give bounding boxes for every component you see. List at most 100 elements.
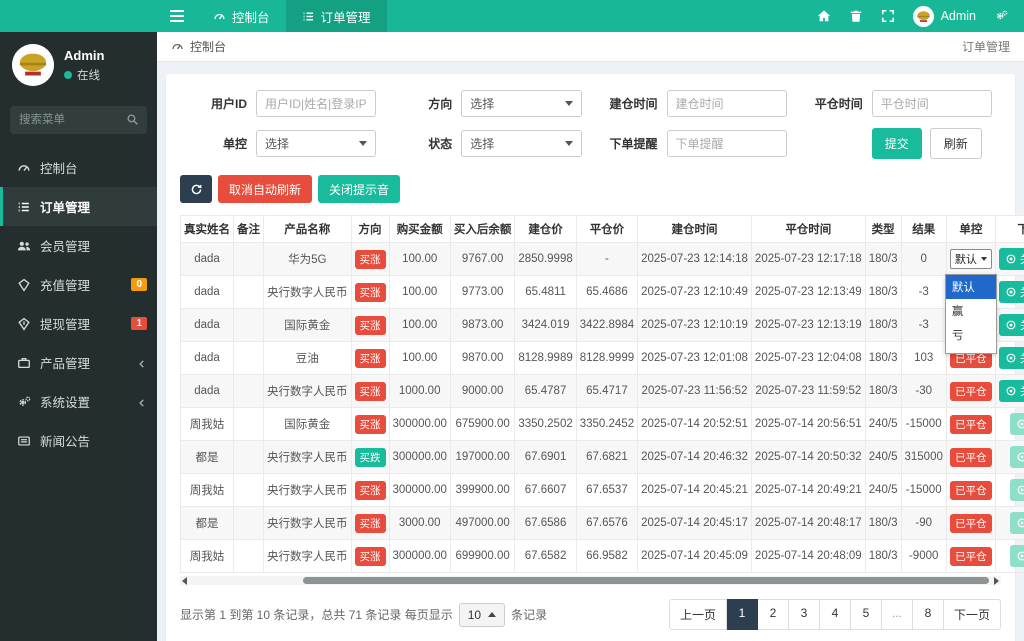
- sidebar-item-4[interactable]: 提现管理1: [0, 304, 157, 343]
- cell-balance: 675900.00: [450, 408, 515, 441]
- sidebar-item-5[interactable]: 产品管理: [0, 343, 157, 382]
- sidebar-item-6[interactable]: 系统设置: [0, 382, 157, 421]
- submit-button[interactable]: 提交: [872, 128, 922, 159]
- cell-remind: 关闭提示音: [995, 309, 1024, 342]
- direction-badge: 买涨: [355, 415, 386, 434]
- dropdown-option[interactable]: 默认: [946, 275, 996, 299]
- caret-down-icon: [359, 141, 367, 146]
- trash-icon[interactable]: [849, 9, 863, 23]
- sidebar-item-1[interactable]: 订单管理: [0, 187, 157, 226]
- dropdown-option[interactable]: 亏: [946, 323, 996, 347]
- filter-select[interactable]: 选择: [256, 130, 376, 157]
- remind-button[interactable]: 关闭提示音: [999, 248, 1024, 270]
- remind-button[interactable]: 关闭提示音: [999, 281, 1024, 303]
- filter-input[interactable]: [872, 90, 992, 117]
- refresh-button[interactable]: 刷新: [930, 128, 982, 159]
- cell-remind: 已关闭: [995, 540, 1024, 573]
- cell-close-price: 65.4717: [576, 375, 637, 408]
- sidebar: Admin 在线 控制台订单管理会员管理充值管理0提现管理1产品管理系统设置新闻…: [0, 32, 157, 641]
- screen: 控制台订单管理 Admin Admin 在线 控制台订单管理会员管理充值管理0提…: [0, 0, 1024, 641]
- control-select[interactable]: 默认: [950, 249, 992, 269]
- caret-down-icon: [981, 257, 987, 261]
- cell-note: [234, 375, 264, 408]
- cell-close-time: 2025-07-14 20:48:17: [751, 507, 865, 540]
- cell-open-time: 2025-07-14 20:46:32: [638, 441, 752, 474]
- sidebar-item-2[interactable]: 会员管理: [0, 226, 157, 265]
- cell-open-time: 2025-07-23 12:10:49: [638, 276, 752, 309]
- cell-open-price: 8128.9989: [515, 342, 576, 375]
- page-ellipsis: ...: [882, 599, 913, 630]
- menu-toggle-button[interactable]: [157, 0, 197, 32]
- page-button-5[interactable]: 5: [851, 599, 882, 630]
- cell-product: 央行数字人民币: [264, 507, 352, 540]
- cell-close-time: 2025-07-14 20:50:32: [751, 441, 865, 474]
- topnav-tab-0[interactable]: 控制台: [197, 0, 286, 32]
- news-icon: [17, 434, 31, 448]
- scroll-left-arrow[interactable]: [182, 577, 187, 585]
- page-button-下一页[interactable]: 下一页: [944, 599, 1001, 630]
- cell-amount: 100.00: [389, 309, 450, 342]
- cell-open-time: 2025-07-23 11:56:52: [638, 375, 752, 408]
- filter-input[interactable]: [667, 90, 787, 117]
- filter-input[interactable]: [667, 130, 787, 157]
- cell-remind: 已关闭: [995, 507, 1024, 540]
- direction-badge: 买涨: [355, 547, 386, 566]
- cell-name: dada: [181, 342, 234, 375]
- user-menu[interactable]: Admin: [913, 6, 976, 27]
- cell-type: 240/5: [865, 441, 901, 474]
- cell-open-time: 2025-07-14 20:52:51: [638, 408, 752, 441]
- home-icon[interactable]: [817, 9, 831, 23]
- cancel-auto-refresh-button[interactable]: 取消自动刷新: [218, 175, 312, 203]
- filter-select[interactable]: 选择: [461, 90, 581, 117]
- chevron-left-icon: [137, 397, 147, 407]
- cell-open-time: 2025-07-23 12:10:19: [638, 309, 752, 342]
- closed-badge: 已平仓: [950, 448, 992, 467]
- topnav-tab-1[interactable]: 订单管理: [286, 0, 387, 32]
- table-row: 都是央行数字人民币买跌300000.00197000.0067.690167.6…: [181, 441, 1024, 474]
- sidebar-item-3[interactable]: 充值管理0: [0, 265, 157, 304]
- cell-open-price: 3350.2502: [515, 408, 576, 441]
- page-button-4[interactable]: 4: [820, 599, 851, 630]
- page-button-3[interactable]: 3: [789, 599, 820, 630]
- auto-refresh-icon-button[interactable]: [180, 175, 212, 203]
- remind-button[interactable]: 关闭提示音: [999, 380, 1024, 402]
- sidebar-item-7[interactable]: 新闻公告: [0, 421, 157, 460]
- page-button-1[interactable]: 1: [727, 599, 758, 630]
- cell-direction: 买跌: [351, 441, 389, 474]
- per-page-select[interactable]: 10: [459, 603, 505, 627]
- filter-input[interactable]: [256, 90, 376, 117]
- remind-button[interactable]: 关闭提示音: [999, 347, 1024, 369]
- users-icon: [17, 239, 31, 253]
- cell-result: -3: [901, 309, 946, 342]
- scrollbar-thumb[interactable]: [303, 577, 989, 584]
- col-header: 结果: [901, 216, 946, 243]
- topnav: 控制台订单管理 Admin: [0, 0, 1024, 32]
- cell-amount: 3000.00: [389, 507, 450, 540]
- cell-amount: 100.00: [389, 276, 450, 309]
- gauge-icon: [213, 10, 226, 23]
- dropdown-option[interactable]: 赢: [946, 299, 996, 323]
- filter-select[interactable]: 选择: [461, 130, 581, 157]
- page-button-8[interactable]: 8: [913, 599, 944, 630]
- page-button-2[interactable]: 2: [758, 599, 789, 630]
- scroll-right-arrow[interactable]: [994, 577, 999, 585]
- col-header: 真实姓名: [181, 216, 234, 243]
- cell-control: 已平仓: [946, 375, 995, 408]
- col-header: 产品名称: [264, 216, 352, 243]
- cell-direction: 买涨: [351, 507, 389, 540]
- remind-button: 已关闭: [1010, 512, 1024, 534]
- horizontal-scrollbar[interactable]: [180, 576, 1001, 585]
- col-header: 方向: [351, 216, 389, 243]
- remind-button[interactable]: 关闭提示音: [999, 314, 1024, 336]
- fullscreen-icon[interactable]: [881, 9, 895, 23]
- cell-type: 180/3: [865, 507, 901, 540]
- cell-name: 周我姑: [181, 408, 234, 441]
- page-button-上一页[interactable]: 上一页: [669, 599, 727, 630]
- cell-close-price: 67.6821: [576, 441, 637, 474]
- mute-sound-button[interactable]: 关闭提示音: [318, 175, 400, 203]
- gears-icon[interactable]: [994, 9, 1008, 23]
- closed-badge: 已平仓: [950, 547, 992, 566]
- sidebar-item-0[interactable]: 控制台: [0, 148, 157, 187]
- search-icon[interactable]: [126, 113, 139, 126]
- filter-form: 用户ID方向选择建仓时间平仓时间单控选择状态选择下单提醒 提交 刷新: [175, 90, 1006, 159]
